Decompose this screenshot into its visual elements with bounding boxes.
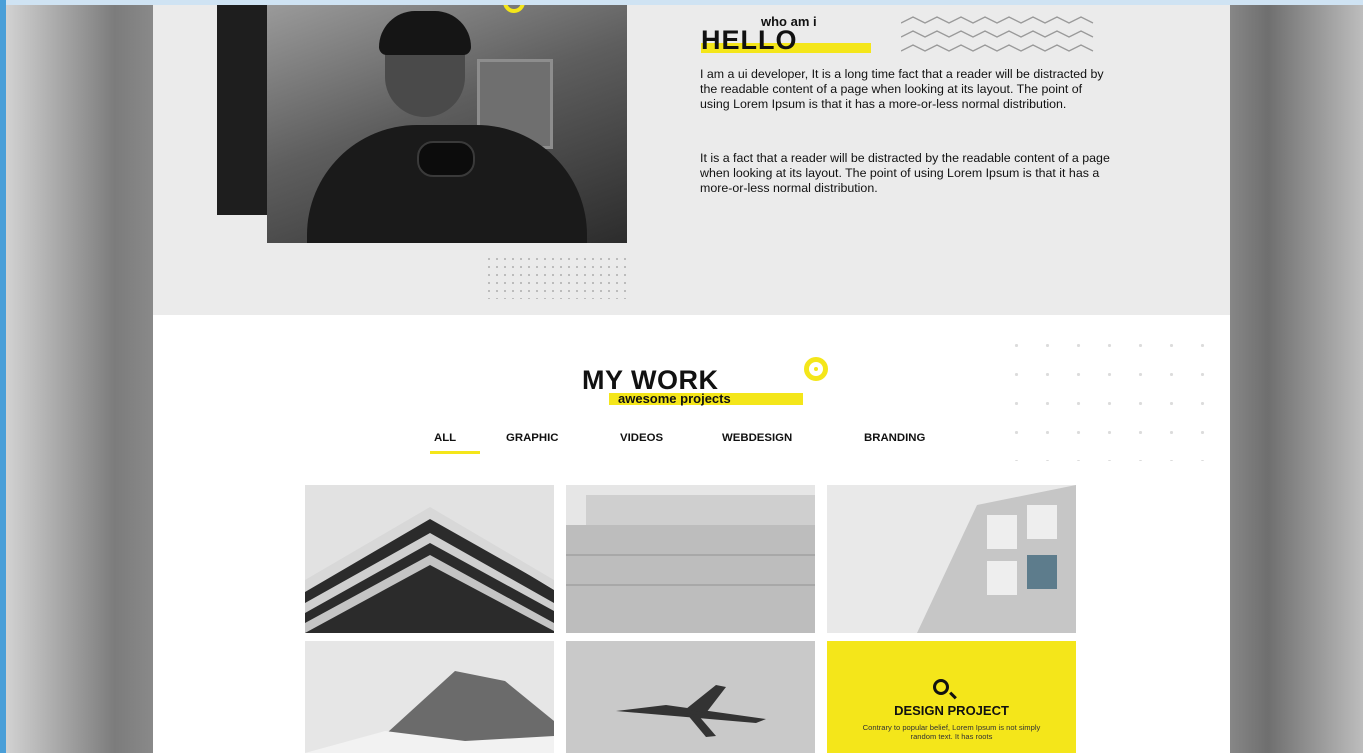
airplane-image bbox=[616, 685, 766, 737]
photo-camera bbox=[417, 141, 475, 177]
project-tile-architecture[interactable] bbox=[305, 485, 554, 633]
target-ring-icon bbox=[804, 357, 828, 381]
project-tile-airplane[interactable] bbox=[566, 641, 815, 753]
tab-all[interactable]: ALL bbox=[434, 432, 456, 444]
tab-videos[interactable]: VIDEOS bbox=[620, 432, 663, 444]
tab-graphic[interactable]: GRAPHIC bbox=[506, 432, 559, 444]
zigzag-decoration-icon bbox=[901, 16, 1094, 52]
dot-pattern bbox=[485, 255, 631, 299]
work-subtitle: awesome projects bbox=[618, 391, 731, 406]
search-icon[interactable] bbox=[933, 679, 949, 695]
portfolio-page: who am i HELLO I am a ui developer, It i… bbox=[153, 5, 1230, 753]
photo-accent-bar bbox=[217, 5, 267, 215]
dot-grid-decoration bbox=[1001, 331, 1217, 461]
active-tab-indicator bbox=[430, 451, 480, 454]
concrete-building-image bbox=[566, 485, 815, 633]
project-tile-concrete[interactable] bbox=[566, 485, 815, 633]
project-tile-mountain[interactable] bbox=[305, 641, 554, 753]
building-image bbox=[305, 507, 554, 633]
tab-branding[interactable]: BRANDING bbox=[864, 432, 925, 444]
photo-person-hair bbox=[379, 11, 471, 55]
about-section: who am i HELLO I am a ui developer, It i… bbox=[153, 5, 1230, 315]
mountain-image bbox=[305, 671, 554, 753]
about-heading: HELLO bbox=[701, 25, 798, 55]
profile-photo bbox=[267, 5, 627, 243]
tab-webdesign[interactable]: WEBDESIGN bbox=[722, 432, 792, 444]
project-tile-modern-building[interactable] bbox=[827, 485, 1076, 633]
window-left-edge bbox=[0, 0, 6, 753]
about-paragraph: I am a ui developer, It is a long time f… bbox=[700, 67, 1104, 111]
about-paragraph: It is a fact that a reader will be distr… bbox=[700, 151, 1110, 195]
modern-building-image bbox=[917, 485, 1076, 633]
featured-project-description: Contrary to popular belief, Lorem Ipsum … bbox=[862, 723, 1041, 741]
featured-project-title: DESIGN PROJECT bbox=[894, 703, 1009, 718]
project-tile-featured[interactable]: DESIGN PROJECT Contrary to popular belie… bbox=[827, 641, 1076, 753]
